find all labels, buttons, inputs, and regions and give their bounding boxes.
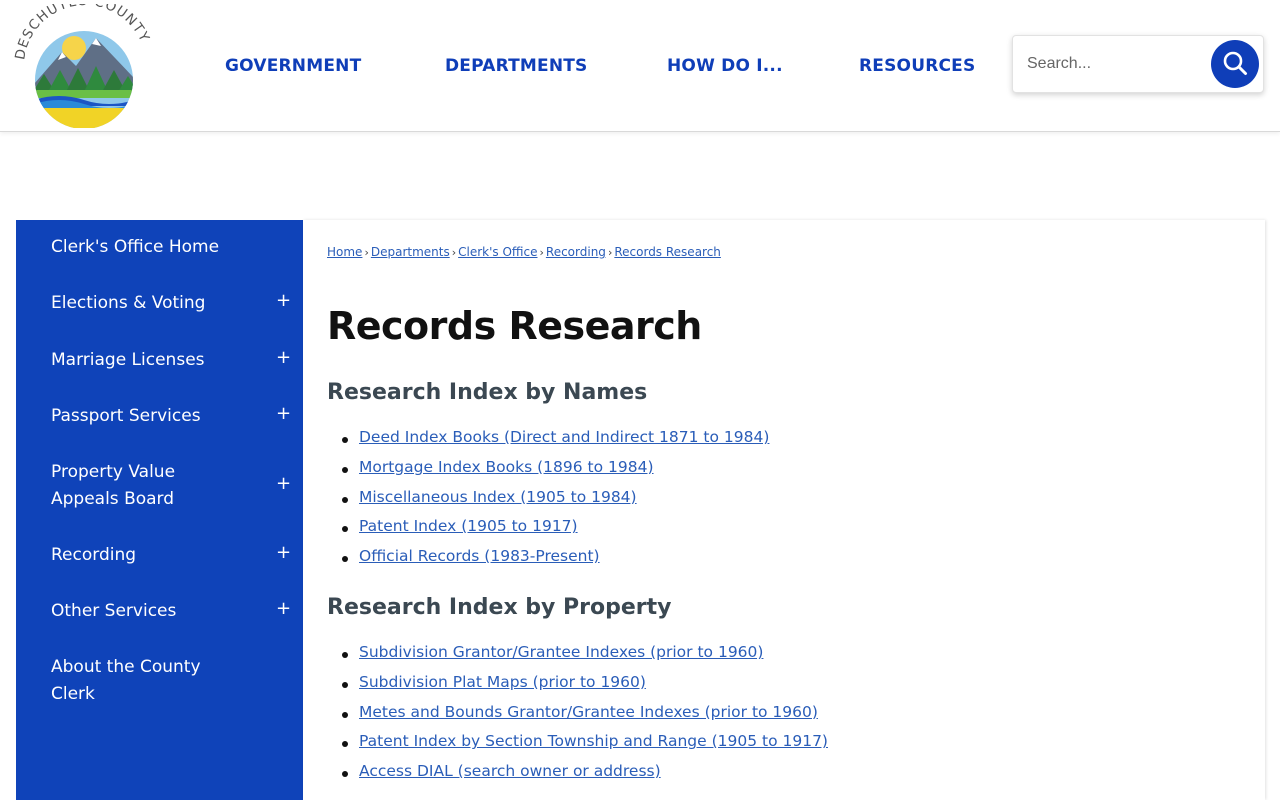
- sidebar-item-label: Elections & Voting: [51, 293, 206, 313]
- sidebar-item-label: Other Services: [51, 601, 177, 621]
- list-item: Official Records (1983-Present): [341, 547, 769, 577]
- sidebar-item-label: Recording: [51, 545, 137, 565]
- link-access-dial[interactable]: Access DIAL (search owner or address): [359, 762, 661, 780]
- page-title: Records Research: [327, 304, 702, 348]
- expand-plus-icon[interactable]: +: [276, 403, 291, 424]
- expand-plus-icon[interactable]: +: [276, 542, 291, 563]
- sidebar-item-label: Property Value Appeals Board: [51, 462, 176, 509]
- search-icon: [1222, 50, 1248, 79]
- sidebar-item-label: Marriage Licenses: [51, 350, 205, 370]
- link-subdivision-grantor-grantee[interactable]: Subdivision Grantor/Grantee Indexes (pri…: [359, 643, 763, 661]
- link-subdivision-plat-maps[interactable]: Subdivision Plat Maps (prior to 1960): [359, 673, 646, 691]
- breadcrumb-separator: ›: [539, 246, 544, 259]
- list-item: Subdivision Plat Maps (prior to 1960): [342, 673, 828, 703]
- main-content: Home › Departments › Clerk's Office › Recordin…: [303, 220, 1265, 800]
- sidebar-item-recording[interactable]: Recording +: [16, 542, 303, 570]
- list-item: Deed Index Books (Direct and Indirect 18…: [341, 428, 769, 458]
- nav-government[interactable]: GOVERNMENT: [225, 56, 361, 76]
- sidebar-item-passport-services[interactable]: Passport Services +: [16, 403, 303, 431]
- list-item: Patent Index (1905 to 1917): [341, 517, 769, 547]
- link-miscellaneous-index[interactable]: Miscellaneous Index (1905 to 1984): [359, 488, 637, 506]
- logo-graphic: DESCHUTES COUNTY: [12, 0, 151, 129]
- breadcrumb-records-research[interactable]: Records Research: [614, 245, 721, 259]
- section-heading-property: Research Index by Property: [327, 595, 672, 620]
- link-official-records[interactable]: Official Records (1983-Present): [359, 547, 600, 565]
- sidebar-item-label: Passport Services: [51, 406, 201, 426]
- expand-plus-icon[interactable]: +: [276, 290, 291, 311]
- breadcrumb-recording[interactable]: Recording: [546, 245, 606, 259]
- sidebar-item-marriage-licenses[interactable]: Marriage Licenses +: [16, 347, 303, 375]
- breadcrumb-separator: ›: [451, 246, 457, 259]
- breadcrumb: Home › Departments › Clerk's Office › Recordin…: [327, 245, 721, 259]
- section-heading-names: Research Index by Names: [327, 380, 648, 405]
- search-box: [1012, 35, 1264, 93]
- nav-departments[interactable]: DEPARTMENTS: [445, 56, 588, 76]
- link-deed-index-books[interactable]: Deed Index Books (Direct and Indirect 18…: [359, 428, 769, 446]
- county-logo[interactable]: DESCHUTES COUNTY: [12, 0, 154, 129]
- list-item: Metes and Bounds Grantor/Grantee Indexes…: [342, 703, 828, 733]
- sidebar-item-property-value-appeals-board[interactable]: Property Value Appeals Board +: [16, 459, 303, 515]
- expand-plus-icon[interactable]: +: [276, 598, 291, 619]
- nav-resources[interactable]: RESOURCES: [859, 56, 975, 76]
- expand-plus-icon[interactable]: +: [276, 473, 291, 494]
- breadcrumb-departments[interactable]: Departments: [371, 245, 450, 259]
- property-link-list: Subdivision Grantor/Grantee Indexes (pri…: [342, 643, 828, 792]
- link-patent-index[interactable]: Patent Index (1905 to 1917): [359, 517, 578, 535]
- link-mortgage-index-books[interactable]: Mortgage Index Books (1896 to 1984): [359, 458, 654, 476]
- list-item: Patent Index by Section Township and Ran…: [342, 732, 828, 762]
- link-metes-bounds-grantor-grantee[interactable]: Metes and Bounds Grantor/Grantee Indexes…: [359, 703, 818, 721]
- site-header: DESCHUTES COUNTY GOVERNMENT DEP: [0, 0, 1280, 132]
- list-item: Subdivision Grantor/Grantee Indexes (pri…: [342, 643, 828, 673]
- sidebar-item-about-county-clerk[interactable]: About the County Clerk: [16, 654, 303, 710]
- breadcrumb-clerks-office[interactable]: Clerk's Office: [458, 245, 537, 259]
- sidebar-item-label: About the County Clerk: [51, 657, 201, 704]
- sidebar-item-other-services[interactable]: Other Services +: [16, 598, 303, 626]
- sidebar-item-clerks-office-home[interactable]: Clerk's Office Home: [16, 234, 303, 262]
- link-patent-index-section-township[interactable]: Patent Index by Section Township and Ran…: [359, 732, 828, 750]
- breadcrumb-home[interactable]: Home: [327, 245, 362, 259]
- list-item: Access DIAL (search owner or address): [342, 762, 828, 792]
- search-button[interactable]: [1211, 40, 1259, 88]
- names-link-list: Deed Index Books (Direct and Indirect 18…: [341, 428, 769, 577]
- sidebar-item-elections-voting[interactable]: Elections & Voting +: [16, 290, 303, 318]
- sidebar-item-label: Clerk's Office Home: [51, 237, 220, 257]
- breadcrumb-separator: ›: [364, 246, 369, 259]
- list-item: Mortgage Index Books (1896 to 1984): [341, 458, 769, 488]
- expand-plus-icon[interactable]: +: [276, 347, 291, 368]
- list-item: Miscellaneous Index (1905 to 1984): [341, 488, 769, 518]
- nav-how-do-i[interactable]: HOW DO I...: [667, 56, 783, 76]
- sidebar-nav: Clerk's Office Home Elections & Voting +…: [16, 220, 303, 800]
- search-input[interactable]: [1021, 46, 1206, 82]
